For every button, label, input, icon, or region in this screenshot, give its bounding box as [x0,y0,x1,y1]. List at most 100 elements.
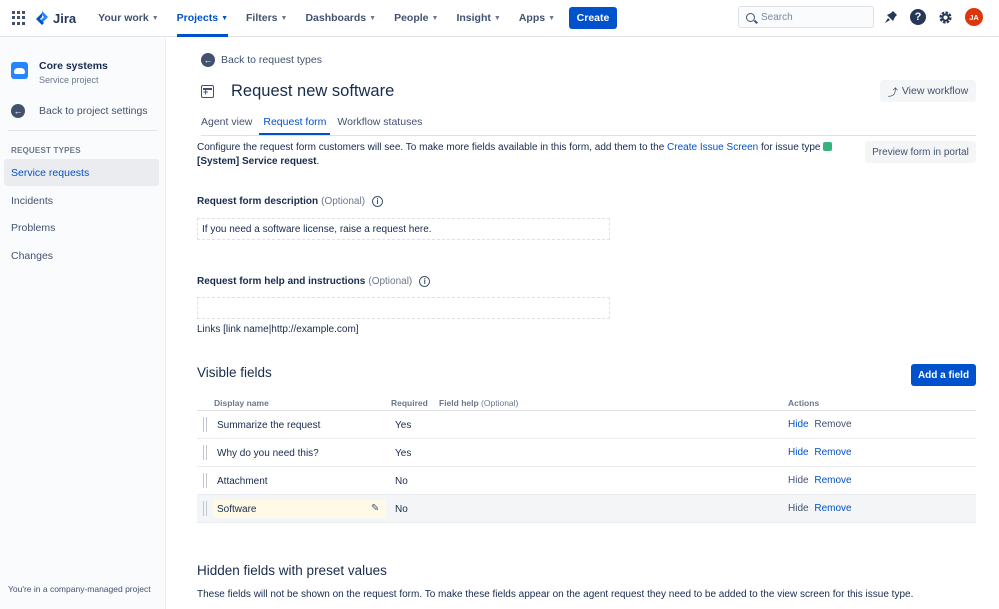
form-description-text: Configure the request form customers wil… [197,141,847,169]
field-required: No [395,476,408,487]
sidebar-item-changes[interactable]: Changes [4,242,159,269]
search-input[interactable]: Search [738,6,874,28]
project-name: Core systems [39,60,108,72]
button-label: View workflow [901,85,969,97]
back-to-request-types[interactable]: ← Back to request types [201,53,322,67]
table-header: Display name Required Field help (Option… [197,394,976,411]
field-name[interactable]: Why do you need this? [217,448,319,459]
table-row: Summarize the request Yes Hide Remove [197,411,976,439]
sidebar-item-service-requests[interactable]: Service requests [4,159,159,186]
table-row: Why do you need this? Yes Hide Remove [197,439,976,467]
remove-link[interactable]: Remove [814,503,851,514]
drag-handle-icon[interactable] [203,473,207,488]
nav-label: Insight [456,12,491,24]
nav-people[interactable]: People ▼ [394,0,438,37]
nav-projects[interactable]: Projects ▼ [176,0,229,37]
optional-tag: (Optional) [368,276,413,287]
preview-form-button[interactable]: Preview form in portal [865,141,976,163]
remove-link[interactable]: Remove [814,475,851,486]
drag-handle-icon[interactable] [203,501,207,516]
table-row: Attachment No Hide Remove [197,467,976,495]
col-display-name: Display name [214,398,269,408]
field-name[interactable]: Attachment [217,476,268,487]
jira-logo-icon [36,11,48,25]
col-required: Required [391,398,428,408]
sidebar: Core systems Service project ← Back to p… [0,38,166,609]
chevron-down-icon: ▼ [493,14,501,22]
field-actions: Hide Remove [788,475,852,486]
nav-insight[interactable]: Insight ▼ [456,0,500,37]
tab-request-form[interactable]: Request form [259,116,331,135]
nav-label: Projects [176,12,219,24]
info-icon[interactable]: i [419,276,431,287]
chevron-down-icon: ▼ [280,14,288,22]
pencil-icon[interactable]: ✎ [371,503,382,514]
back-label: Back to request types [221,54,322,66]
label-text: Request form description [197,196,319,207]
gear-icon[interactable] [937,9,953,25]
arrow-left-icon: ← [11,104,25,118]
sidebar-item-label: Problems [11,221,56,234]
remove-link: Remove [814,419,852,430]
chevron-down-icon: ▼ [369,14,377,22]
drag-handle-icon[interactable] [203,417,207,432]
nav-label: Your work [98,12,149,24]
col-actions: Actions [788,398,820,408]
add-field-button[interactable]: Add a field [911,364,976,386]
sidebar-item-incidents[interactable]: Incidents [4,187,159,214]
label-text: Request form help and instructions [197,276,366,287]
page-header: Request new software [201,82,394,101]
desc-end: . [316,156,320,167]
remove-link[interactable]: Remove [814,447,851,458]
hidden-fields-title: Hidden fields with preset values [197,563,387,578]
project-header[interactable]: Core systems Service project [11,60,108,85]
back-label: Back to project settings [39,105,148,117]
request-form-help-field[interactable] [197,297,610,319]
chevron-down-icon: ▼ [221,14,229,22]
avatar[interactable]: JA [965,8,983,26]
request-form-help-label: Request form help and instructions (Opti… [197,276,431,287]
tab-workflow-statuses[interactable]: Workflow statuses [333,116,426,135]
workflow-icon: ⤴ [887,87,898,99]
table-row: Software ✎ No Hide Remove [197,495,976,523]
nav-apps[interactable]: Apps ▼ [519,0,555,37]
create-button[interactable]: Create [569,7,618,29]
info-icon[interactable]: i [372,196,384,207]
field-name-edit[interactable]: Software ✎ [213,500,386,518]
nav-label: Apps [518,12,546,24]
field-actions: Hide Remove [788,419,852,430]
field-name: Software [217,503,257,515]
field-name[interactable]: Summarize the request [217,420,320,431]
jira-logo[interactable]: Jira [35,11,76,26]
nav-label: People [394,12,429,24]
request-form-description-field[interactable]: If you need a software license, raise a … [197,218,610,240]
back-to-project-settings[interactable]: ← Back to project settings [11,104,148,118]
field-required: Yes [395,420,412,431]
hide-link[interactable]: Hide [788,447,809,458]
project-type: Service project [39,75,99,85]
sidebar-item-problems[interactable]: Problems [4,214,159,241]
nav-filters[interactable]: Filters ▼ [246,0,287,37]
sidebar-footer: You're in a company-managed project [8,584,151,594]
page-title: Request new software [231,82,395,100]
nav-dashboards[interactable]: Dashboards ▼ [305,0,376,37]
nav-your-work[interactable]: Your work ▼ [98,0,159,37]
logo-text: Jira [53,10,77,26]
app-switcher-icon[interactable] [12,11,26,25]
sidebar-item-label: Changes [11,249,54,262]
sidebar-item-label: Incidents [11,194,54,207]
help-icon[interactable]: ? [910,9,926,25]
request-form-icon [201,85,214,98]
create-issue-screen-link[interactable]: Create Issue Screen [667,142,758,153]
drag-handle-icon[interactable] [203,445,207,460]
sidebar-divider [8,130,157,131]
top-navigation: Jira Your work ▼ Projects ▼ Filters ▼ Dashb… [0,0,999,37]
sidebar-item-label: Service requests [11,166,90,179]
arrow-left-icon: ← [201,53,215,67]
hide-link[interactable]: Hide [788,419,809,430]
optional-tag: (Optional) [481,398,519,408]
view-workflow-button[interactable]: ⤴ View workflow [880,80,976,102]
tab-agent-view[interactable]: Agent view [197,116,256,135]
notifications-icon[interactable] [883,9,899,25]
desc-text: Configure the request form customers wil… [197,142,665,153]
